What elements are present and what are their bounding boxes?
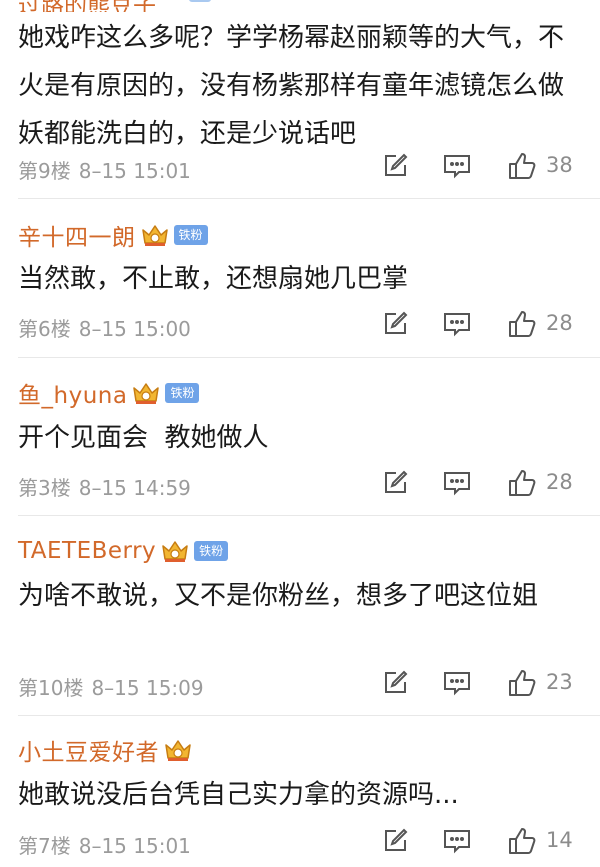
reply-button[interactable] (442, 151, 472, 181)
like-button[interactable] (507, 668, 537, 698)
comment-meta: 第6楼 8–15 15:00 28 (0, 305, 600, 345)
comment-icon (444, 313, 470, 337)
comment-icon (444, 472, 470, 496)
reply-button[interactable] (442, 468, 472, 498)
floor-number: 第9楼 (18, 159, 71, 183)
comment-meta-text: 第9楼 8–15 15:01 (18, 155, 191, 184)
like-button[interactable] (507, 309, 537, 339)
reply-button[interactable] (442, 826, 472, 856)
comment-meta-text: 第7楼 8–15 15:01 (18, 830, 191, 859)
comment-username[interactable]: 辛十四一朗 (18, 218, 136, 252)
thumbs-up-icon (509, 670, 536, 696)
reply-button[interactable] (442, 309, 472, 339)
comment-username[interactable]: 鱼_hyuna (18, 376, 127, 410)
edit-button[interactable] (380, 151, 410, 181)
timestamp: 8–15 15:09 (91, 676, 204, 700)
reply-button[interactable] (442, 668, 472, 698)
fan-badge: 铁粉 (194, 541, 229, 561)
thumbs-up-icon (509, 828, 536, 854)
like-count: 38 (546, 153, 573, 177)
floor-number: 第6楼 (18, 317, 71, 341)
edit-icon (385, 670, 408, 693)
crown-icon (163, 736, 193, 764)
like-count: 23 (546, 670, 573, 694)
like-count: 14 (546, 828, 573, 852)
divider (18, 198, 600, 199)
edit-button[interactable] (380, 668, 410, 698)
like-button[interactable] (507, 468, 537, 498)
thumbs-up-icon (509, 470, 536, 496)
timestamp: 8–15 14:59 (78, 476, 191, 500)
comment-meta: 第10楼 8–15 15:09 23 (0, 664, 600, 704)
comment-text: 当然敢，不止敢，还想扇她几巴掌 (18, 264, 409, 294)
edit-icon (385, 470, 408, 493)
crown-icon (160, 537, 190, 565)
edit-icon (385, 828, 408, 851)
edit-button[interactable] (380, 468, 410, 498)
fan-badge: 铁粉 (165, 383, 200, 403)
divider (18, 357, 600, 358)
comment-meta-text: 第10楼 8–15 15:09 (18, 672, 204, 701)
partial-username[interactable]: 过路的熊豆子 (18, 0, 156, 12)
edit-icon (385, 311, 408, 334)
edit-button[interactable] (380, 826, 410, 856)
comment-text: 为啥不敢说，又不是你粉丝，想多了吧这位姐 (18, 581, 539, 611)
like-button[interactable] (507, 151, 537, 181)
timestamp: 8–15 15:01 (78, 834, 191, 858)
thumbs-up-icon (509, 153, 536, 179)
timestamp: 8–15 15:00 (78, 317, 191, 341)
floor-number: 第7楼 (18, 834, 71, 858)
divider (18, 715, 600, 716)
partial-crown-icon (186, 0, 214, 6)
comment-text: 她戏咋这么多呢？学学杨幂赵丽颖等的大气，不火是有原因的，没有杨紫那样有童年滤镜怎… (18, 23, 565, 149)
thumbs-up-icon (509, 311, 536, 337)
comment-meta: 第7楼 8–15 15:01 14 (0, 822, 600, 862)
comment-username[interactable]: TAETEBerry (18, 538, 156, 564)
like-count: 28 (546, 311, 573, 335)
floor-number: 第10楼 (18, 676, 84, 700)
comment-icon (444, 830, 470, 854)
comment-icon (444, 155, 470, 179)
edit-button[interactable] (380, 309, 410, 339)
comment-username[interactable]: 小土豆爱好者 (18, 733, 159, 767)
comment-text: 开个见面会 教她做人 (18, 423, 269, 453)
divider (18, 515, 600, 516)
comment-icon (444, 672, 470, 696)
floor-number: 第3楼 (18, 476, 71, 500)
comment-meta-text: 第6楼 8–15 15:00 (18, 313, 191, 342)
crown-icon (140, 221, 170, 249)
timestamp: 8–15 15:01 (78, 159, 191, 183)
like-button[interactable] (507, 826, 537, 856)
edit-icon (385, 153, 408, 176)
fan-badge: 铁粉 (173, 225, 208, 245)
crown-icon (131, 379, 161, 407)
comment-text: 她敢说没后台凭自己实力拿的资源吗... (18, 780, 459, 810)
like-count: 28 (546, 470, 573, 494)
comment-meta: 第9楼 8–15 15:01 38 (0, 147, 600, 187)
comment-meta-text: 第3楼 8–15 14:59 (18, 472, 191, 501)
comment-meta: 第3楼 8–15 14:59 28 (0, 464, 600, 504)
